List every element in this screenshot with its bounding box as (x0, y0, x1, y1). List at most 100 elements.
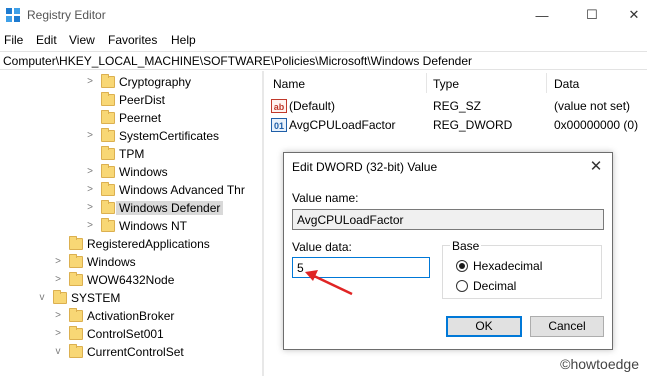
value-name: AvgCPULoadFactor (289, 118, 396, 132)
folder-icon (69, 344, 83, 358)
minimize-button[interactable]: — (531, 4, 553, 26)
edit-dword-dialog: Edit DWORD (32-bit) Value ✕ Value name: … (283, 152, 613, 350)
folder-icon (101, 74, 115, 88)
string-value-icon: ab (271, 99, 287, 113)
value-data: (value not set) (554, 99, 631, 113)
tree-item-label: TPM (119, 147, 145, 161)
tree-item[interactable]: > ControlSet001 (0, 325, 262, 343)
window-title: Registry Editor (27, 8, 106, 22)
tree-item-label: CurrentControlSet (87, 345, 184, 359)
title-bar: Registry Editor — ☐ ✕ (0, 0, 647, 30)
tree-item[interactable]: > Windows (0, 253, 262, 271)
tree-item[interactable]: TPM (0, 145, 262, 163)
registry-tree[interactable]: > Cryptography PeerDist Peernet > System… (0, 71, 262, 376)
menu-view[interactable]: View (69, 33, 95, 47)
table-row[interactable]: ab (Default) REG_SZ (value not set) (264, 97, 647, 115)
decimal-radio[interactable] (456, 280, 468, 292)
tree-item-label: Windows Advanced Thr (119, 183, 245, 197)
collapse-icon[interactable]: v (36, 290, 48, 306)
tree-item-label: SystemCertificates (119, 129, 220, 143)
column-header-type[interactable]: Type (433, 77, 459, 91)
tree-item-label: ActivationBroker (87, 309, 175, 323)
folder-icon (69, 272, 83, 286)
tree-item-label: Cryptography (119, 75, 192, 89)
tree-item[interactable]: RegisteredApplications (0, 235, 262, 253)
menu-edit[interactable]: Edit (36, 33, 57, 47)
expand-icon[interactable]: > (52, 308, 64, 324)
tree-item-label: SYSTEM (71, 291, 121, 305)
column-header-data[interactable]: Data (554, 77, 579, 91)
value-type: REG_DWORD (433, 118, 513, 132)
tree-item[interactable]: v SYSTEM (0, 289, 262, 307)
folder-icon (101, 110, 115, 124)
expand-icon[interactable]: > (84, 164, 96, 180)
folder-icon (69, 236, 83, 250)
maximize-button[interactable]: ☐ (581, 4, 603, 26)
expand-icon[interactable]: > (84, 74, 96, 90)
collapse-icon[interactable]: v (52, 344, 64, 360)
table-row[interactable]: 01 AvgCPULoadFactor REG_DWORD 0x00000000… (264, 116, 647, 134)
folder-icon (53, 290, 67, 304)
value-data: 0x00000000 (0) (554, 118, 639, 132)
registry-editor-icon (6, 8, 20, 22)
expand-icon[interactable]: > (52, 254, 64, 270)
tree-item-label: Windows NT (119, 219, 188, 233)
tree-item[interactable]: > Cryptography (0, 73, 262, 91)
column-divider[interactable] (426, 73, 427, 93)
column-header-name[interactable]: Name (273, 77, 305, 91)
tree-item[interactable]: Peernet (0, 109, 262, 127)
tree-item-label: Peernet (119, 111, 162, 125)
expand-icon[interactable]: > (84, 200, 96, 216)
close-window-button[interactable]: ✕ (623, 4, 645, 26)
folder-icon (69, 254, 83, 268)
folder-icon (69, 308, 83, 322)
binary-value-icon: 01 (271, 118, 287, 132)
expand-icon (84, 92, 96, 108)
tree-item-label: Windows (87, 255, 136, 269)
tree-item-label: PeerDist (119, 93, 166, 107)
column-divider[interactable] (546, 73, 547, 93)
ok-button[interactable]: OK (446, 316, 522, 337)
tree-item[interactable]: > WOW6432Node (0, 271, 262, 289)
cancel-button[interactable]: Cancel (530, 316, 604, 337)
expand-icon[interactable]: > (84, 128, 96, 144)
tree-item-selected[interactable]: > Windows Defender (0, 199, 262, 217)
tree-item-label: WOW6432Node (87, 273, 175, 287)
tree-item[interactable]: > ActivationBroker (0, 307, 262, 325)
dialog-title: Edit DWORD (32-bit) Value (292, 160, 438, 174)
address-bar[interactable]: Computer\HKEY_LOCAL_MACHINE\SOFTWARE\Pol… (0, 51, 647, 70)
value-type: REG_SZ (433, 99, 482, 113)
menu-favorites[interactable]: Favorites (108, 33, 157, 47)
tree-item-label: ControlSet001 (87, 327, 164, 341)
tree-item[interactable]: > Windows (0, 163, 262, 181)
address-path[interactable]: Computer\HKEY_LOCAL_MACHINE\SOFTWARE\Pol… (3, 54, 472, 68)
menu-file[interactable]: File (4, 33, 23, 47)
folder-icon (101, 164, 115, 178)
expand-icon[interactable]: > (52, 326, 64, 342)
dialog-close-icon[interactable]: ✕ (588, 157, 604, 175)
folder-icon (69, 326, 83, 340)
folder-icon (101, 92, 115, 106)
expand-icon[interactable]: > (84, 218, 96, 234)
menu-help[interactable]: Help (171, 33, 196, 47)
expand-icon (84, 110, 96, 126)
menu-bar: File Edit View Favorites Help (0, 30, 647, 50)
value-name-field: AvgCPULoadFactor (292, 209, 604, 230)
expand-icon[interactable]: > (52, 272, 64, 288)
tree-item-label: Windows (119, 165, 168, 179)
decimal-label[interactable]: Decimal (473, 279, 516, 293)
watermark: ©howtoedge (560, 356, 639, 372)
tree-item[interactable]: > SystemCertificates (0, 127, 262, 145)
folder-icon (101, 182, 115, 196)
tree-item[interactable]: > Windows Advanced Thr (0, 181, 262, 199)
tree-item[interactable]: PeerDist (0, 91, 262, 109)
folder-icon (101, 218, 115, 232)
value-data-input[interactable] (292, 257, 430, 278)
hexadecimal-radio[interactable] (456, 260, 468, 272)
tree-item[interactable]: > Windows NT (0, 217, 262, 235)
expand-icon[interactable]: > (84, 182, 96, 198)
hexadecimal-label[interactable]: Hexadecimal (473, 259, 542, 273)
value-data-label: Value data: (292, 240, 352, 254)
tree-item[interactable]: v CurrentControlSet (0, 343, 262, 361)
folder-icon (101, 200, 115, 214)
